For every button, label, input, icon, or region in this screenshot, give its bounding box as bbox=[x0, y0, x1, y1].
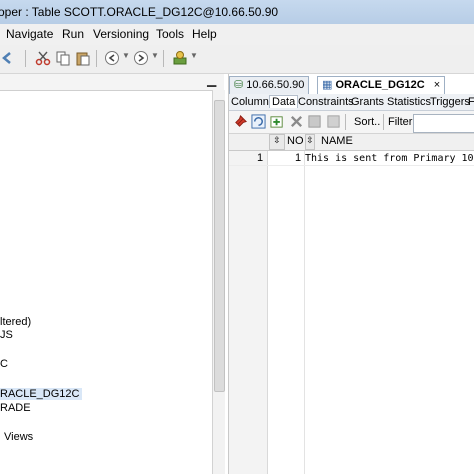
rollback-icon[interactable] bbox=[326, 114, 341, 129]
table-editor: ⛁ 10.66.50.90 ▦ ORACLE_DG12C × Columns D… bbox=[228, 74, 474, 474]
filter-label: Filter: bbox=[388, 116, 416, 128]
column-header-no[interactable]: NO bbox=[287, 135, 304, 147]
subtab-statistics[interactable]: Statistics bbox=[387, 96, 431, 108]
run-icon[interactable] bbox=[172, 50, 188, 66]
toolbar-separator bbox=[96, 50, 97, 67]
table-row[interactable]: 1 1 This is sent from Primary 10. bbox=[229, 151, 474, 166]
database-icon: ⛁ bbox=[234, 79, 244, 91]
sort-button[interactable]: Sort.. bbox=[354, 116, 380, 128]
commit-icon[interactable] bbox=[307, 114, 322, 129]
data-grid: 1 1 This is sent from Primary 10. bbox=[229, 151, 474, 474]
toolbar-separator bbox=[345, 114, 346, 130]
undo-icon[interactable] bbox=[104, 50, 120, 66]
cell-no[interactable]: 1 bbox=[295, 152, 301, 164]
freeze-pin-icon[interactable] bbox=[233, 114, 248, 129]
column-header-name[interactable]: NAME bbox=[321, 135, 353, 147]
subtab-data[interactable]: Data bbox=[269, 95, 299, 108]
cell-name[interactable]: This is sent from Primary 10. bbox=[305, 153, 474, 164]
undo-dropdown-icon[interactable]: ▼ bbox=[122, 51, 130, 60]
column-sort-icon[interactable]: ⇳ bbox=[305, 134, 315, 150]
menu-bar: Navigate Run Versioning Tools Help bbox=[0, 24, 474, 45]
window-title-bar: oper : Table SCOTT.ORACLE_DG12C@10.66.50… bbox=[0, 0, 474, 25]
connections-navigator: ▁ ltered) JS C RACLE_DG12C RADE Views bbox=[0, 73, 224, 474]
main-toolbar: ▼ ▼ ▼ bbox=[0, 45, 474, 74]
delete-row-icon[interactable] bbox=[289, 114, 304, 129]
row-number: 1 bbox=[257, 152, 264, 164]
column-divider bbox=[304, 151, 305, 474]
subtab-more[interactable]: F bbox=[468, 96, 474, 108]
copy-icon[interactable] bbox=[55, 50, 71, 66]
column-sort-icon[interactable]: ⇳ bbox=[269, 134, 285, 150]
row-number-column bbox=[229, 151, 268, 474]
tree-item[interactable]: RADE bbox=[0, 402, 31, 414]
subtab-columns[interactable]: Columns bbox=[231, 96, 274, 108]
back-icon[interactable] bbox=[0, 50, 16, 66]
minimize-icon[interactable]: ▁ bbox=[207, 73, 216, 87]
tree-item-selected[interactable]: RACLE_DG12C bbox=[0, 388, 83, 400]
redo-icon[interactable] bbox=[133, 50, 149, 66]
toolbar-separator bbox=[383, 114, 384, 130]
subtab-grants[interactable]: Grants bbox=[351, 96, 384, 108]
grid-header: ⇳ NO ⇳ NAME bbox=[229, 134, 474, 151]
table-icon: ▦ bbox=[322, 79, 333, 91]
scrollbar-thumb[interactable] bbox=[214, 100, 225, 392]
menu-tools[interactable]: Tools bbox=[156, 27, 184, 41]
data-grid-toolbar: Sort.. Filter: bbox=[229, 111, 474, 134]
close-tab-icon[interactable]: × bbox=[434, 79, 440, 91]
tree-item[interactable]: JS bbox=[0, 329, 13, 341]
tab-connection[interactable]: ⛁ 10.66.50.90 bbox=[229, 76, 310, 95]
navigator-scrollbar[interactable] bbox=[212, 90, 225, 474]
menu-help[interactable]: Help bbox=[192, 27, 217, 41]
menu-run[interactable]: Run bbox=[62, 27, 84, 41]
subtab-triggers[interactable]: Triggers bbox=[430, 96, 470, 108]
menu-navigate[interactable]: Navigate bbox=[6, 27, 53, 41]
subtab-constraints[interactable]: Constraints bbox=[298, 96, 354, 108]
tab-connection-label: 10.66.50.90 bbox=[246, 79, 305, 91]
toolbar-separator bbox=[25, 50, 26, 67]
filter-input[interactable] bbox=[413, 114, 474, 133]
refresh-icon[interactable] bbox=[251, 114, 266, 129]
paste-icon[interactable] bbox=[75, 50, 91, 66]
insert-row-icon[interactable] bbox=[270, 114, 285, 129]
tree-item[interactable]: ltered) bbox=[0, 316, 31, 328]
editor-subtabs: Columns Data Constraints Grants Statisti… bbox=[229, 94, 474, 111]
menu-versioning[interactable]: Versioning bbox=[93, 27, 149, 41]
cut-icon[interactable] bbox=[35, 50, 51, 66]
toolbar-separator bbox=[163, 50, 164, 67]
tree-item[interactable]: Views bbox=[4, 431, 33, 443]
tab-table[interactable]: ▦ ORACLE_DG12C × bbox=[317, 76, 446, 95]
window-title: oper : Table SCOTT.ORACLE_DG12C@10.66.50… bbox=[0, 5, 279, 19]
tree-item[interactable]: C bbox=[0, 358, 8, 370]
tab-table-label: ORACLE_DG12C bbox=[335, 79, 425, 91]
redo-dropdown-icon[interactable]: ▼ bbox=[151, 51, 159, 60]
navigator-header: ▁ bbox=[0, 73, 224, 91]
run-dropdown-icon[interactable]: ▼ bbox=[190, 51, 198, 60]
